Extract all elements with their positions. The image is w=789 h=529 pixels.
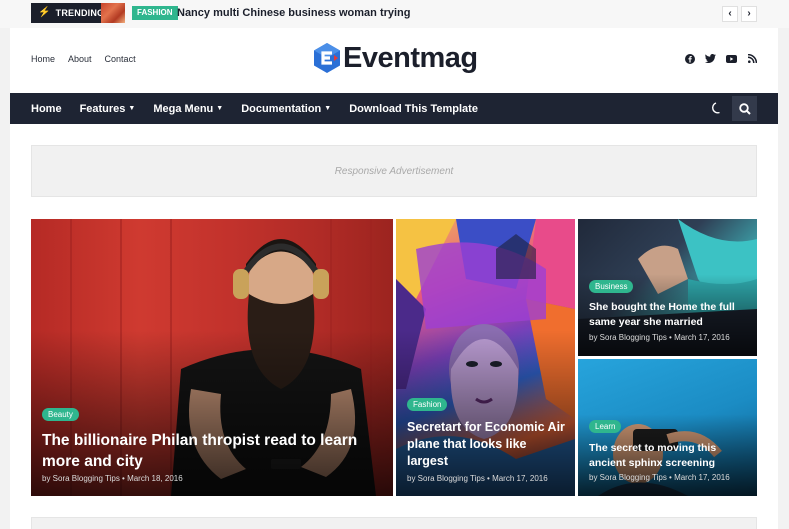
post-meta: by Sora Blogging Tips • March 17, 2016 — [589, 333, 730, 342]
category-badge[interactable]: Learn — [589, 420, 622, 433]
nav-item-label: Documentation — [241, 102, 322, 115]
logo-hexagon-icon — [312, 42, 342, 74]
nav-item-label: Download This Template — [349, 102, 478, 115]
post-title[interactable]: The secret to moving this ancient sphinx… — [589, 441, 751, 471]
nav-item-label: Home — [31, 102, 62, 115]
featured-post-large[interactable]: Beauty The billionaire Philan thropist r… — [31, 219, 393, 496]
top-link-about[interactable]: About — [68, 54, 92, 64]
rss-icon[interactable] — [747, 53, 758, 64]
trending-headline[interactable]: Nancy multi Chinese business woman tryin… — [177, 7, 411, 19]
main-navigation: Home Features ▼ Mega Menu ▼ Documentation ▼… — [10, 93, 778, 124]
site-header: Home About Contact Eventmag — [10, 28, 778, 93]
trending-prev-button[interactable]: ‹ — [722, 6, 738, 22]
next-section-edge — [31, 517, 757, 529]
nav-item-documentation[interactable]: Documentation ▼ — [241, 103, 331, 115]
trending-thumbnail[interactable] — [101, 3, 125, 23]
top-link-home[interactable]: Home — [31, 54, 55, 64]
category-badge[interactable]: Fashion — [407, 398, 448, 411]
chevron-down-icon: ▼ — [128, 105, 136, 112]
post-meta: by Sora Blogging Tips • March 17, 2016 — [407, 474, 548, 483]
nav-item-download-template[interactable]: Download This Template — [349, 103, 478, 115]
featured-post[interactable]: Business She bought the Home the full sa… — [578, 219, 757, 356]
main-content: Responsive Advertisement Beauty The bill… — [10, 124, 778, 529]
trending-bar: ⚡ TRENDING FASHION Nancy multi Chinese b… — [0, 0, 789, 28]
site-logo[interactable]: Eventmag — [312, 42, 478, 74]
post-title[interactable]: The billionaire Philan thropist read to … — [42, 430, 382, 472]
trending-label-text: TRENDING — [55, 8, 105, 18]
twitter-icon[interactable] — [705, 53, 716, 64]
post-meta: by Sora Blogging Tips • March 18, 2016 — [42, 474, 183, 483]
search-icon — [738, 102, 751, 115]
dark-mode-toggle-icon[interactable] — [710, 101, 724, 115]
nav-item-features[interactable]: Features ▼ — [80, 103, 136, 115]
category-badge[interactable]: Business — [589, 280, 634, 293]
post-meta: by Sora Blogging Tips • March 17, 2016 — [589, 473, 730, 482]
image-overlay — [396, 329, 575, 496]
top-link-contact[interactable]: Contact — [105, 54, 136, 64]
featured-post[interactable]: Fashion Secretart for Economic Air plane… — [396, 219, 575, 496]
advertisement-slot: Responsive Advertisement — [31, 145, 757, 197]
top-links: Home About Contact — [31, 54, 136, 64]
nav-item-mega-menu[interactable]: Mega Menu ▼ — [153, 103, 223, 115]
nav-item-label: Features — [79, 102, 126, 115]
category-badge[interactable]: Beauty — [42, 408, 79, 421]
post-title[interactable]: Secretart for Economic Air plane that lo… — [407, 419, 567, 470]
nav-item-label: Mega Menu — [153, 102, 214, 115]
social-links — [684, 53, 758, 64]
nav-item-home[interactable]: Home — [31, 103, 62, 115]
featured-post[interactable]: Learn The secret to moving this ancient … — [578, 359, 757, 496]
trending-category-badge[interactable]: FASHION — [132, 6, 178, 20]
youtube-icon[interactable] — [726, 53, 737, 64]
logo-text: Eventmag — [343, 42, 478, 74]
post-title[interactable]: She bought the Home the full same year s… — [589, 300, 751, 330]
trending-next-button[interactable]: › — [741, 6, 757, 22]
search-button[interactable] — [732, 96, 757, 121]
lightning-icon: ⚡ — [38, 7, 51, 18]
chevron-down-icon: ▼ — [216, 105, 224, 112]
facebook-icon[interactable] — [684, 53, 695, 64]
chevron-down-icon: ▼ — [324, 105, 332, 112]
